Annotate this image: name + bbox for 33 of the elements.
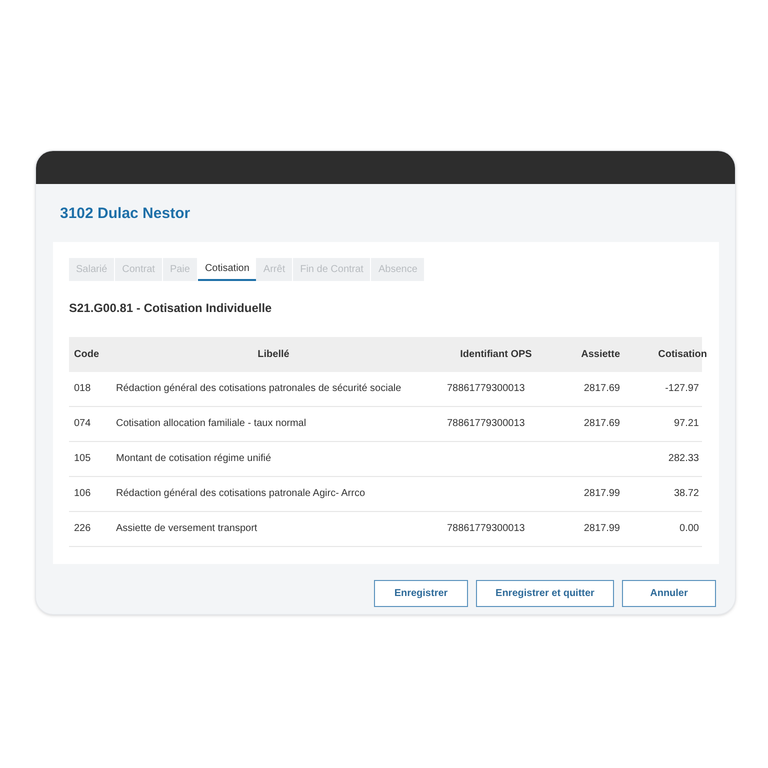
table-cell: 105 [74, 453, 91, 464]
table-cell: 2817.69 [584, 418, 620, 429]
table-cell: 78861779300013 [447, 383, 525, 394]
section-title: S21.G00.81 - Cotisation Individuelle [69, 300, 272, 316]
table-cell: Rédaction général des cotisations patronale Agirc- Arrco [116, 488, 366, 499]
table-cell: 2817.99 [584, 523, 620, 534]
tab[interactable]: Cotisation [198, 258, 256, 280]
table-cell: 97.21 [674, 418, 699, 429]
table-cell: 074 [74, 418, 91, 429]
column-header: Cotisation [657, 348, 707, 362]
column-header: Identifiant OPS [459, 348, 533, 362]
table-cell: 2817.69 [584, 383, 620, 394]
table-cell: 018 [74, 383, 91, 394]
table-cell: 78861779300013 [447, 523, 525, 534]
table-cell: 78861779300013 [447, 418, 525, 429]
action-button[interactable]: Enregistrer [374, 580, 468, 606]
table-cell: 38.72 [674, 488, 699, 499]
column-header: Code [74, 348, 100, 362]
action-button[interactable]: Annuler [622, 580, 716, 606]
table-cell: -127.97 [665, 383, 699, 394]
column-header: Libellé [256, 348, 290, 362]
table-cell: Cotisation allocation familiale - taux normal [116, 418, 306, 429]
table-cell: 282.33 [668, 453, 699, 464]
table-cell: 2817.99 [584, 488, 620, 499]
action-button[interactable]: Enregistrer et quitter [476, 580, 614, 606]
column-header: Assiette [580, 348, 620, 362]
window-title: 3102 Dulac Nestor [60, 204, 190, 224]
table-cell: 0.00 [680, 523, 699, 534]
table-cell: Assiette de versement transport [116, 523, 258, 534]
table-cell: 106 [74, 488, 91, 499]
table-cell: Montant de cotisation régime unifié [116, 453, 272, 464]
table-cell: Rédaction général des cotisations patronales de sécurité sociale [116, 383, 402, 394]
table-cell: 226 [74, 523, 91, 534]
